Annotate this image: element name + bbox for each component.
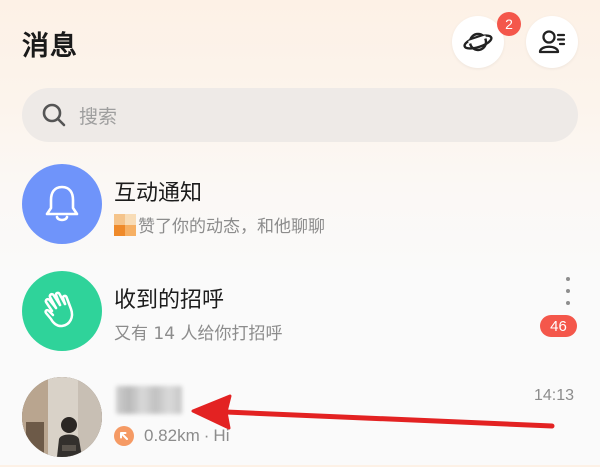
avatar — [22, 164, 102, 244]
conversation-title: 收到的招呼 — [114, 288, 225, 313]
preview-text: 赞了你的动态，和他聊聊 — [138, 217, 325, 237]
post-thumbnail — [114, 213, 136, 236]
user-avatar-photo — [22, 377, 102, 457]
header: 消息 2 — [0, 0, 600, 90]
more-options-icon[interactable] — [561, 277, 575, 305]
search-placeholder: 搜索 — [79, 105, 118, 128]
planet-badge: 2 — [497, 12, 521, 36]
message-time: 14:13 — [534, 387, 575, 404]
distance-text: 0.82km — [144, 426, 200, 445]
search-bar[interactable]: 搜索 — [22, 88, 578, 142]
contacts-icon — [538, 30, 566, 54]
location-arrow-icon — [114, 426, 134, 446]
conversation-interactions[interactable]: 互动通知 赞了你的动态，和他聊聊 — [0, 164, 600, 254]
waving-hand-icon — [44, 291, 74, 328]
blurred-username — [116, 386, 182, 414]
separator: · — [203, 426, 210, 445]
preview-text: Hi — [213, 426, 230, 445]
search-icon — [42, 103, 66, 127]
page-title: 消息 — [22, 31, 78, 62]
avatar — [22, 271, 102, 351]
conversation-preview: 0.82km · Hi — [114, 426, 229, 446]
bell-icon — [45, 185, 79, 222]
contacts-button[interactable] — [526, 16, 578, 68]
unread-count-badge: 46 — [540, 315, 577, 337]
conversation-title: 互动通知 — [114, 181, 203, 206]
conversation-preview: 又有 14 人给你打招呼 — [114, 324, 283, 344]
planet-icon — [463, 32, 493, 52]
avatar-photo — [22, 377, 102, 457]
conversation-preview: 赞了你的动态，和他聊聊 — [114, 212, 325, 237]
conversation-greetings[interactable]: 收到的招呼 又有 14 人给你打招呼 46 — [0, 271, 600, 361]
conversation-user-chat[interactable]: 14:13 0.82km · Hi — [0, 377, 600, 467]
